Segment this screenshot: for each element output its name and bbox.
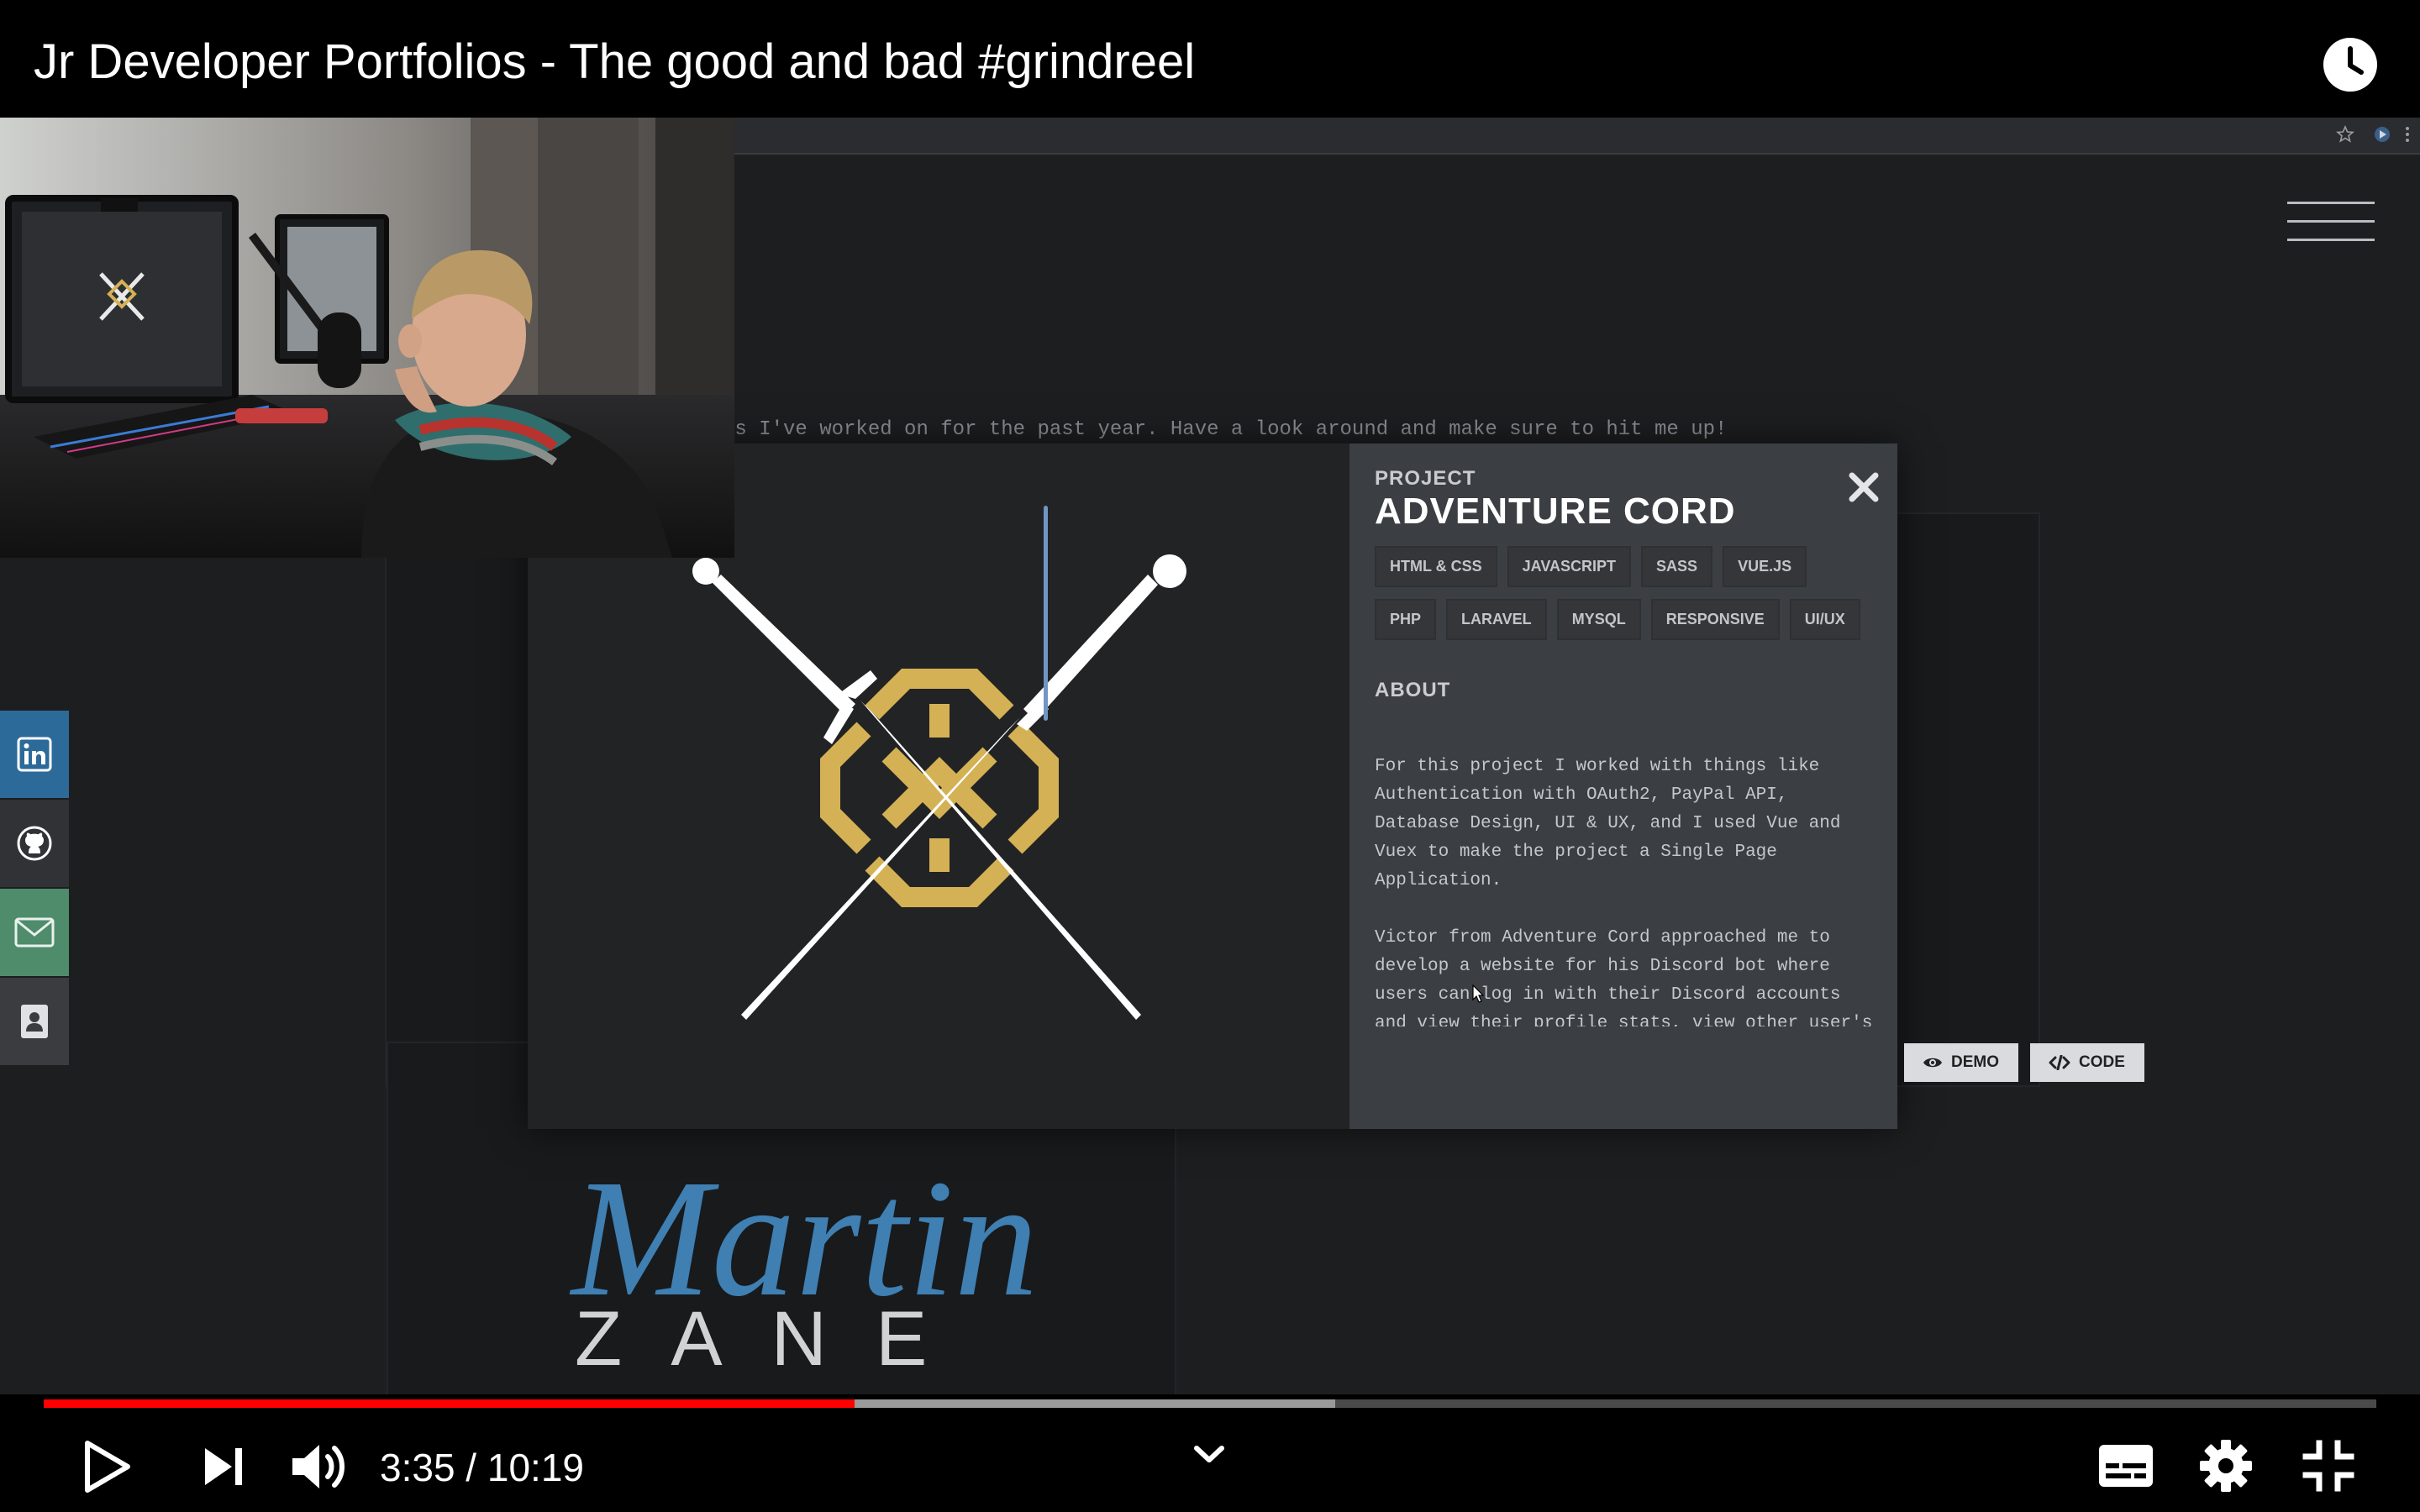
email-link[interactable] <box>0 889 69 976</box>
progress-bar[interactable] <box>44 1399 2376 1408</box>
tech-tag: VUE.JS <box>1723 546 1807 587</box>
logo-caps-text: ZANE <box>575 1296 976 1382</box>
contact-card-icon <box>21 1005 48 1038</box>
about-scrollbar[interactable] <box>1044 506 1048 721</box>
hamburger-menu-icon[interactable] <box>2287 202 2375 242</box>
eye-icon <box>1923 1058 1942 1068</box>
chevron-down-icon[interactable] <box>1192 1441 1227 1467</box>
extension-icon <box>2375 127 2390 142</box>
play-button[interactable] <box>84 1440 131 1494</box>
volume-button[interactable] <box>291 1440 348 1494</box>
tech-tag: LARAVEL <box>1446 599 1547 640</box>
github-icon <box>17 826 52 861</box>
next-video-button[interactable] <box>202 1445 245 1488</box>
code-button-label: CODE <box>2079 1053 2125 1071</box>
github-link[interactable] <box>0 800 69 887</box>
linkedin-link[interactable] <box>0 711 69 798</box>
code-button[interactable]: CODE <box>2030 1043 2144 1082</box>
tech-tag: RESPONSIVE <box>1650 599 1780 640</box>
video-title-bar: Jr Developer Portfolios - The good and b… <box>0 0 2420 118</box>
martin-zane-logo: Martin ZANE <box>571 1142 1039 1394</box>
adventure-cord-crossed-swords-logo <box>692 554 1186 1020</box>
portfolio-intro-text: ts I've worked on for the past year. Hav… <box>723 418 1728 441</box>
tech-tag-list: HTML & CSS JAVASCRIPT SASS VUE.JS PHP LA… <box>1375 546 1870 640</box>
about-text-scroll-area[interactable]: For this project I worked with things li… <box>1375 753 1887 1026</box>
mouse-cursor-icon <box>1472 984 1484 1003</box>
close-icon[interactable] <box>1845 469 1882 506</box>
webcam-overlay <box>0 118 734 558</box>
project-label: PROJECT <box>1375 467 1476 490</box>
demo-button[interactable]: DEMO <box>1904 1043 2018 1082</box>
project-details-panel: PROJECT ADVENTURE CORD HTML & CSS JAVASC… <box>1349 444 2144 1129</box>
settings-gear-icon[interactable] <box>2198 1438 2254 1494</box>
about-paragraph: For this project I worked with things li… <box>1375 757 1841 890</box>
about-paragraph: Victor from Adventure Cord approached me… <box>1375 928 1873 1026</box>
tech-tag: HTML & CSS <box>1375 546 1497 587</box>
watch-later-clock-icon[interactable] <box>2323 37 2378 92</box>
time-display: 3:35 / 10:19 <box>380 1446 584 1489</box>
contact-card-link[interactable] <box>0 978 69 1065</box>
demo-button-label: DEMO <box>1951 1053 1999 1071</box>
video-frame[interactable]: ts I've worked on for the past year. Hav… <box>0 118 2420 1394</box>
tech-tag: SASS <box>1641 546 1713 587</box>
exit-fullscreen-button[interactable] <box>2302 1440 2354 1492</box>
project-title: ADVENTURE CORD <box>1375 491 1736 532</box>
subtitles-button[interactable] <box>2097 1443 2154 1488</box>
player-control-bar: 3:35 / 10:19 <box>0 1394 2420 1512</box>
code-icon <box>2049 1055 2070 1070</box>
progress-played <box>44 1399 855 1408</box>
email-icon <box>14 917 55 948</box>
about-heading: ABOUT <box>1375 679 1451 701</box>
browser-menu-icon <box>2406 127 2409 142</box>
linkedin-icon <box>17 737 52 772</box>
tech-tag: UI/UX <box>1789 599 1860 640</box>
tech-tag: MYSQL <box>1556 599 1641 640</box>
tech-tag: PHP <box>1375 599 1437 640</box>
tech-tag: JAVASCRIPT <box>1507 546 1632 587</box>
star-icon <box>2336 125 2354 143</box>
video-title[interactable]: Jr Developer Portfolios - The good and b… <box>34 34 1195 90</box>
